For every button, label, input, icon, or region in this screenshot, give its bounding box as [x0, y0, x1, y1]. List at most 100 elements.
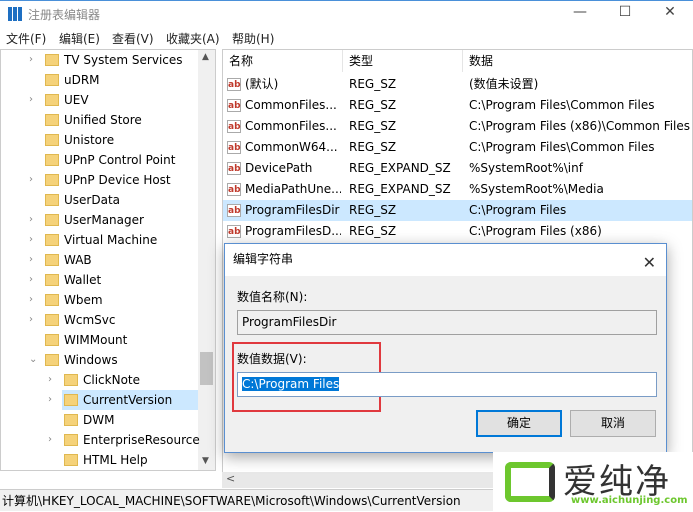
tree-item-label: DWM: [83, 413, 115, 427]
dialog-title: 编辑字符串 ✕: [225, 244, 666, 276]
folder-icon: [45, 94, 59, 106]
table-row[interactable]: ab MediaPathUne... REG_EXPAND_SZ %SystemRoo…: [223, 179, 692, 200]
tree-item-label: ClickNote: [83, 373, 140, 387]
tree-item[interactable]: EnterpriseResource: [62, 430, 200, 450]
dialog-close-icon[interactable]: ✕: [643, 248, 656, 278]
tree-vertical-scrollbar[interactable]: ▲ ▼: [198, 50, 215, 470]
chevron-right-icon[interactable]: ›: [29, 94, 33, 105]
cancel-button[interactable]: 取消: [570, 410, 656, 437]
tree-item-label: UPnP Control Point: [64, 153, 176, 167]
table-row[interactable]: ab (默认) REG_SZ (数值未设置): [223, 74, 692, 95]
tree-item[interactable]: UserManager: [43, 210, 198, 230]
cell-data: C:\Program Files\Common Files: [469, 140, 655, 154]
tree-item-label: UserManager: [64, 213, 144, 227]
scroll-left-icon[interactable]: <: [226, 472, 235, 485]
table-row[interactable]: ab ProgramFilesDir REG_SZ C:\Program Files: [223, 200, 692, 221]
menu-view[interactable]: 查看(V): [112, 30, 154, 47]
cell-name: DevicePath: [245, 161, 313, 175]
chevron-right-icon[interactable]: ›: [29, 294, 33, 305]
chevron-right-icon[interactable]: ›: [29, 274, 33, 285]
chevron-right-icon[interactable]: ›: [29, 214, 33, 225]
cell-type: REG_SZ: [349, 140, 397, 154]
tree-item[interactable]: DWM: [62, 410, 198, 430]
table-row[interactable]: ab DevicePath REG_EXPAND_SZ %SystemRoot%\in…: [223, 158, 692, 179]
menu-favorites[interactable]: 收藏夹(A): [166, 30, 220, 47]
column-header-data[interactable]: 数据: [463, 50, 692, 72]
list-horizontal-scrollbar[interactable]: <: [222, 472, 502, 488]
selected-text: C:\Program Files: [242, 377, 340, 391]
cell-data: (数值未设置): [469, 77, 539, 91]
folder-icon: [45, 274, 59, 286]
menu-help[interactable]: 帮助(H): [232, 30, 274, 47]
chevron-right-icon[interactable]: ›: [29, 174, 33, 185]
value-name-label: 数值名称(N):: [237, 290, 308, 304]
folder-icon: [64, 434, 78, 446]
menu-edit[interactable]: 编辑(E): [59, 30, 100, 47]
chevron-right-icon[interactable]: ›: [29, 54, 33, 65]
tree-item-label: UserData: [64, 193, 121, 207]
chevron-right-icon[interactable]: ›: [48, 434, 52, 445]
close-button[interactable]: ✕: [660, 4, 680, 20]
value-name-field: ProgramFilesDir: [237, 310, 657, 335]
menu-file[interactable]: 文件(F): [6, 30, 46, 47]
folder-icon: [45, 74, 59, 86]
chevron-right-icon[interactable]: ›: [48, 394, 52, 405]
cell-name: CommonW64...: [245, 140, 338, 154]
tree-item[interactable]: Virtual Machine: [43, 230, 198, 250]
tree-item[interactable]: UEV: [43, 90, 198, 110]
folder-icon: [45, 254, 59, 266]
ok-button[interactable]: 确定: [476, 410, 562, 437]
folder-icon: [64, 374, 78, 386]
tree-item[interactable]: Unistore: [43, 130, 198, 150]
string-value-icon: ab: [227, 225, 241, 238]
value-data-input[interactable]: C:\Program Files: [237, 372, 657, 397]
chevron-right-icon[interactable]: ›: [29, 254, 33, 265]
tree-item[interactable]: Wbem: [43, 290, 198, 310]
table-row[interactable]: ab CommonW64... REG_SZ C:\Program Files\Com…: [223, 137, 692, 158]
tree-item-label: CurrentVersion: [83, 393, 173, 407]
tree-item[interactable]: uDRM: [43, 70, 198, 90]
tree-item[interactable]: WAB: [43, 250, 198, 270]
tree-item[interactable]: Unified Store: [43, 110, 198, 130]
maximize-button[interactable]: ☐: [615, 4, 635, 20]
tree-item[interactable]: Wallet: [43, 270, 198, 290]
tree-item[interactable]: Windows: [43, 350, 198, 370]
tree-item[interactable]: TV System Services: [43, 50, 198, 70]
chevron-right-icon[interactable]: ›: [29, 314, 33, 325]
cell-name: CommonFiles...: [245, 119, 337, 133]
tree-item-label: Virtual Machine: [64, 233, 158, 247]
table-row[interactable]: ab ProgramFilesD... REG_SZ C:\Program Files…: [223, 221, 692, 242]
scroll-down-icon[interactable]: ▼: [202, 456, 209, 466]
scroll-up-icon[interactable]: ▲: [202, 52, 209, 62]
menu-bar: 文件(F) 编辑(E) 查看(V) 收藏夹(A) 帮助(H): [0, 28, 693, 48]
chevron-down-icon[interactable]: ⌄: [29, 354, 37, 365]
folder-icon: [45, 354, 59, 366]
tree-item[interactable]: WIMMount: [43, 330, 198, 350]
tree-item[interactable]: HTML Help: [62, 450, 198, 470]
tree-item[interactable]: WcmSvc: [43, 310, 198, 330]
tree-item[interactable]: UPnP Control Point: [43, 150, 198, 170]
tree-item-label: HTML Help: [83, 453, 148, 467]
table-row[interactable]: ab CommonFiles... REG_SZ C:\Program Files\C…: [223, 95, 692, 116]
cell-type: REG_SZ: [349, 77, 397, 91]
tree-item-label: UEV: [64, 93, 89, 107]
table-row[interactable]: ab CommonFiles... REG_SZ C:\Program Files (…: [223, 116, 692, 137]
tree-item[interactable]: UPnP Device Host: [43, 170, 198, 190]
column-header-name[interactable]: 名称: [223, 50, 343, 72]
tree-item[interactable]: UserData: [43, 190, 198, 210]
watermark: 爱纯净 www.aichunjing.com: [493, 452, 693, 511]
tree-item-label: Unistore: [64, 133, 115, 147]
chevron-right-icon[interactable]: ›: [29, 234, 33, 245]
minimize-button[interactable]: —: [570, 4, 590, 20]
tree-item[interactable]: CurrentVersion: [62, 390, 198, 410]
folder-icon: [45, 174, 59, 186]
string-value-icon: ab: [227, 120, 241, 133]
folder-icon: [45, 214, 59, 226]
tree-item[interactable]: ClickNote: [62, 370, 198, 390]
chevron-right-icon[interactable]: ›: [48, 374, 52, 385]
cell-type: REG_SZ: [349, 224, 397, 238]
string-value-icon: ab: [227, 162, 241, 175]
scroll-thumb[interactable]: [200, 352, 213, 385]
folder-icon: [45, 294, 59, 306]
column-header-type[interactable]: 类型: [343, 50, 463, 72]
